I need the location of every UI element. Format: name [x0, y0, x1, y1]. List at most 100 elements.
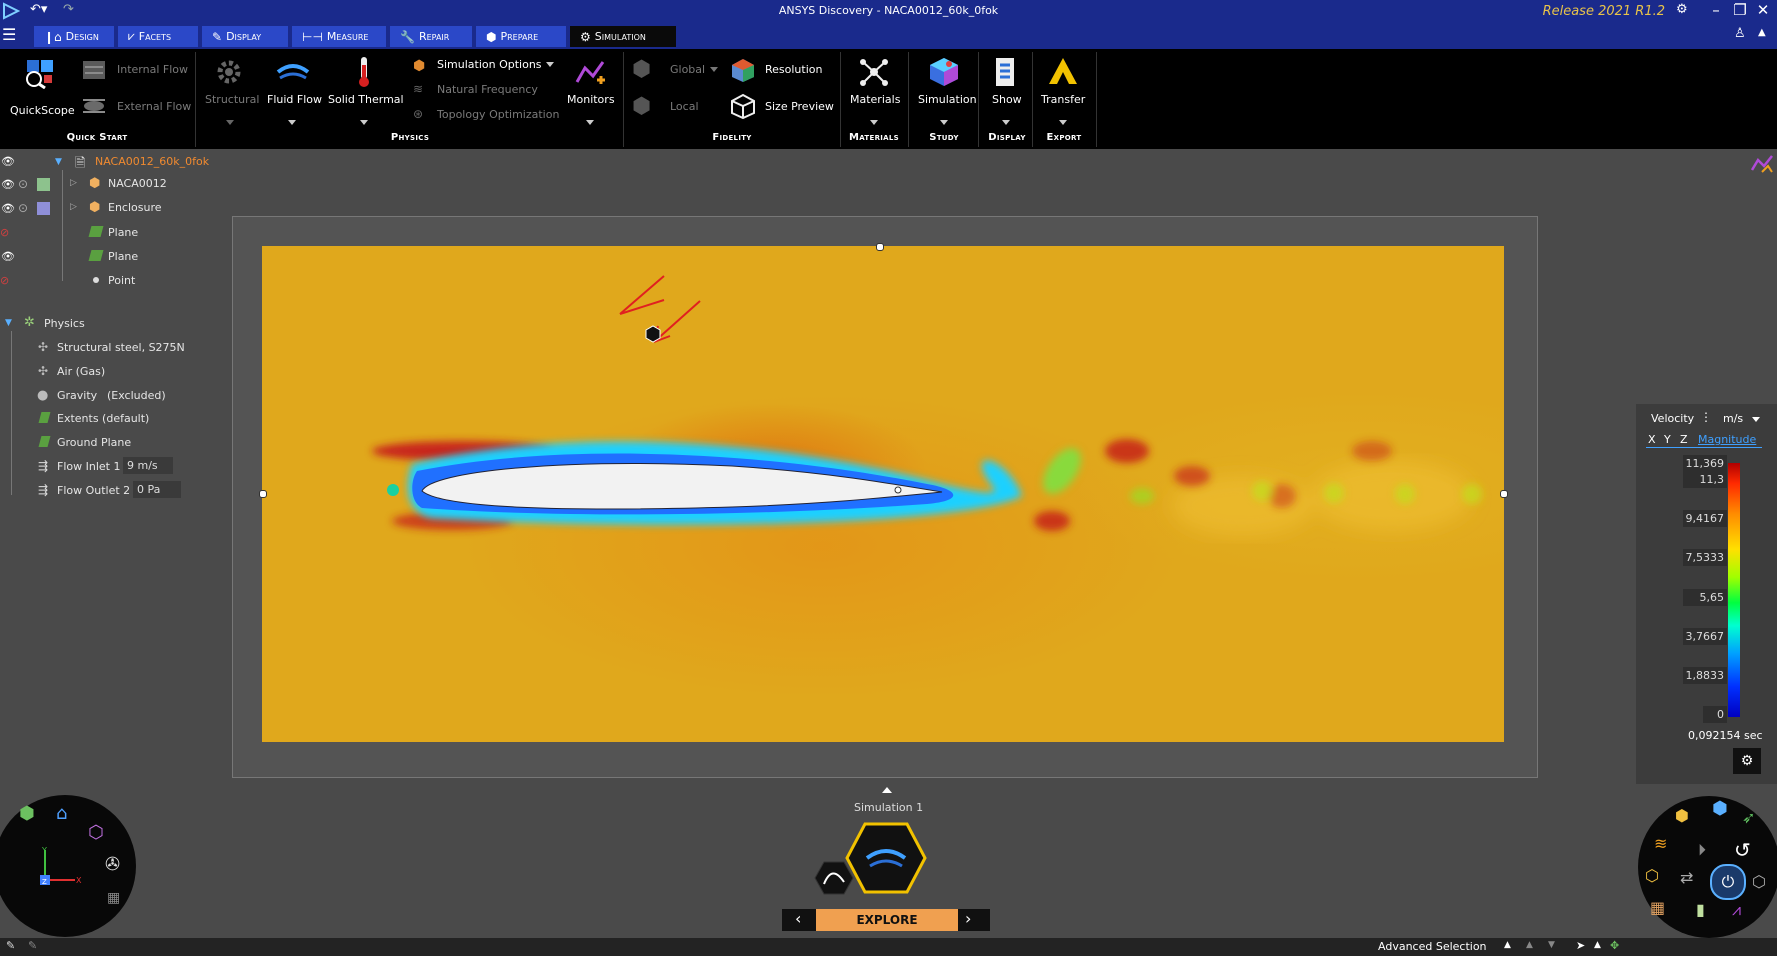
- tab-facets[interactable]: ⩗ Facets: [118, 26, 200, 47]
- visibility-eye-icon[interactable]: 👁: [1, 155, 15, 168]
- hidden-eye-icon[interactable]: ⊘: [0, 226, 9, 239]
- status-up-icon[interactable]: ▲: [1504, 940, 1511, 950]
- tree-item-naca0012[interactable]: NACA0012: [108, 177, 167, 190]
- tree-material-air[interactable]: Air (Gas): [57, 365, 105, 378]
- tree-item-plane[interactable]: Plane: [108, 250, 138, 263]
- legend-min[interactable]: 0: [1703, 706, 1727, 723]
- flow-tool-icon[interactable]: ⇄: [1680, 868, 1693, 887]
- legend-max[interactable]: 11,369: [1683, 455, 1727, 472]
- lock-icon[interactable]: ⊙: [18, 201, 28, 215]
- external-flow-icon[interactable]: [82, 94, 106, 118]
- status-up-icon[interactable]: ▲: [1526, 940, 1533, 950]
- axis-z[interactable]: Z: [1680, 433, 1688, 446]
- simulation-tool-icon[interactable]: ⬢: [1712, 798, 1728, 819]
- tree-item-enclosure[interactable]: Enclosure: [108, 201, 162, 214]
- internal-flow-icon[interactable]: [82, 58, 106, 82]
- power-button[interactable]: ⏻: [1710, 864, 1746, 900]
- materials-label[interactable]: Materials: [850, 93, 900, 106]
- size-preview-icon[interactable]: [730, 93, 756, 119]
- play-icon[interactable]: ⏵: [1698, 840, 1706, 860]
- flow-inlet-value[interactable]: 9 m/s: [123, 457, 173, 474]
- tab-display[interactable]: ✎ Display: [202, 26, 290, 47]
- rainbow-tool-icon[interactable]: ≋: [1654, 834, 1667, 853]
- more-options-icon[interactable]: ⋮: [1700, 410, 1712, 424]
- close-button[interactable]: ✕: [1753, 1, 1773, 19]
- advanced-selection-label[interactable]: Advanced Selection: [1378, 940, 1487, 953]
- user-icon[interactable]: ♙: [1734, 26, 1746, 41]
- show-label[interactable]: Show: [992, 93, 1022, 106]
- monitors-icon[interactable]: [575, 58, 607, 86]
- show-icon[interactable]: [993, 57, 1017, 87]
- stage-name[interactable]: Simulation 1: [854, 801, 923, 814]
- quickscope-icon[interactable]: [24, 57, 56, 89]
- lock-icon[interactable]: ⊙: [18, 177, 28, 191]
- resolution-icon[interactable]: [730, 57, 756, 83]
- pen-icon[interactable]: ✎: [6, 939, 15, 952]
- stage-up-icon[interactable]: [882, 787, 892, 793]
- tab-prepare[interactable]: ⬢ Prepare: [476, 26, 568, 47]
- solid-thermal-tool-icon[interactable]: ⬢: [1675, 806, 1689, 825]
- materials-icon[interactable]: [858, 56, 890, 88]
- tab-measure[interactable]: ⊢⊣ Measure: [292, 26, 388, 47]
- natural-frequency-button[interactable]: Natural Frequency: [437, 83, 538, 96]
- fluid-flow-icon[interactable]: [276, 58, 310, 86]
- settings-icon[interactable]: ⚙: [1676, 2, 1688, 17]
- solid-view-icon[interactable]: ⬢: [19, 803, 35, 824]
- visibility-eye-icon[interactable]: 👁: [1, 250, 15, 263]
- ansys-transfer-icon[interactable]: [1047, 56, 1079, 86]
- status-up-icon[interactable]: ▲: [1594, 940, 1601, 950]
- tree-flow-inlet[interactable]: Flow Inlet 1: [57, 460, 120, 473]
- tab-design[interactable]: ❙⌂ Design: [34, 26, 116, 47]
- axis-y[interactable]: Y: [1664, 433, 1671, 446]
- expand-arrow-icon[interactable]: ▼: [5, 318, 12, 328]
- tree-ground-plane[interactable]: Ground Plane: [57, 436, 131, 449]
- velocity-contour-plot[interactable]: [262, 246, 1504, 742]
- visibility-eye-icon[interactable]: 👁: [1, 178, 15, 191]
- fit-icon[interactable]: ▦: [107, 890, 120, 906]
- axis-x[interactable]: X: [1648, 433, 1656, 446]
- tree-physics[interactable]: Physics: [44, 317, 85, 330]
- tab-repair[interactable]: 🔧 Repair: [390, 26, 474, 47]
- tree-root[interactable]: NACA0012_60k_0fok: [95, 155, 209, 168]
- monitor-tool-icon[interactable]: ⩘: [1732, 900, 1741, 920]
- external-flow-label[interactable]: External Flow: [117, 100, 191, 113]
- cube-view-icon[interactable]: ⬡: [88, 822, 104, 843]
- orbit-icon[interactable]: ✇: [105, 854, 120, 875]
- status-down-icon[interactable]: ▼: [1548, 940, 1555, 950]
- local-fidelity-button[interactable]: Local: [670, 100, 699, 113]
- expand-arrow-icon[interactable]: ▼: [55, 157, 62, 167]
- structural-dropdown-icon[interactable]: [226, 120, 234, 125]
- next-icon[interactable]: ›: [965, 909, 971, 928]
- magnitude-toggle[interactable]: Magnitude: [1698, 433, 1756, 446]
- internal-flow-label[interactable]: Internal Flow: [117, 63, 188, 76]
- hidden-eye-icon[interactable]: ⊘: [0, 274, 9, 287]
- viewport-handle[interactable]: [1500, 490, 1508, 498]
- menu-icon[interactable]: ☰: [2, 25, 16, 44]
- global-fidelity-dropdown-icon[interactable]: [710, 67, 718, 72]
- expand-arrow-icon[interactable]: ▷: [70, 202, 77, 212]
- viewport-handle[interactable]: [259, 490, 267, 498]
- materials-dropdown-icon[interactable]: [870, 120, 878, 125]
- reset-icon[interactable]: ↺: [1734, 838, 1751, 862]
- explore-mode-button[interactable]: Explore: [816, 909, 958, 931]
- expand-arrow-icon[interactable]: ▷: [70, 178, 77, 188]
- visibility-eye-icon[interactable]: 👁: [1, 202, 15, 215]
- show-dropdown-icon[interactable]: [1002, 120, 1010, 125]
- simulation-study-icon[interactable]: [927, 56, 961, 88]
- monitors-flyout-icon[interactable]: [1750, 152, 1774, 176]
- size-preview-button[interactable]: Size Preview: [765, 100, 834, 113]
- resolution-button[interactable]: Resolution: [765, 63, 822, 76]
- tab-simulation[interactable]: ⚙ Simulation: [570, 26, 678, 47]
- monitors-dropdown-icon[interactable]: [586, 120, 594, 125]
- simulation-options-button[interactable]: Simulation Options: [437, 58, 542, 71]
- home-view-icon[interactable]: ⌂: [56, 803, 67, 824]
- solid-thermal-label[interactable]: Solid Thermal: [328, 93, 404, 106]
- unit-dropdown-icon[interactable]: [1752, 417, 1760, 422]
- minimize-button[interactable]: –: [1706, 1, 1726, 19]
- legend-quantity[interactable]: Velocity: [1651, 412, 1694, 425]
- tree-material-steel[interactable]: Structural steel, S275N: [57, 341, 185, 354]
- tree-item-plane[interactable]: Plane: [108, 226, 138, 239]
- pen-icon[interactable]: ✎: [28, 939, 37, 952]
- tree-gravity[interactable]: Gravity: [57, 389, 97, 402]
- fluid-stage-icon[interactable]: [845, 822, 927, 894]
